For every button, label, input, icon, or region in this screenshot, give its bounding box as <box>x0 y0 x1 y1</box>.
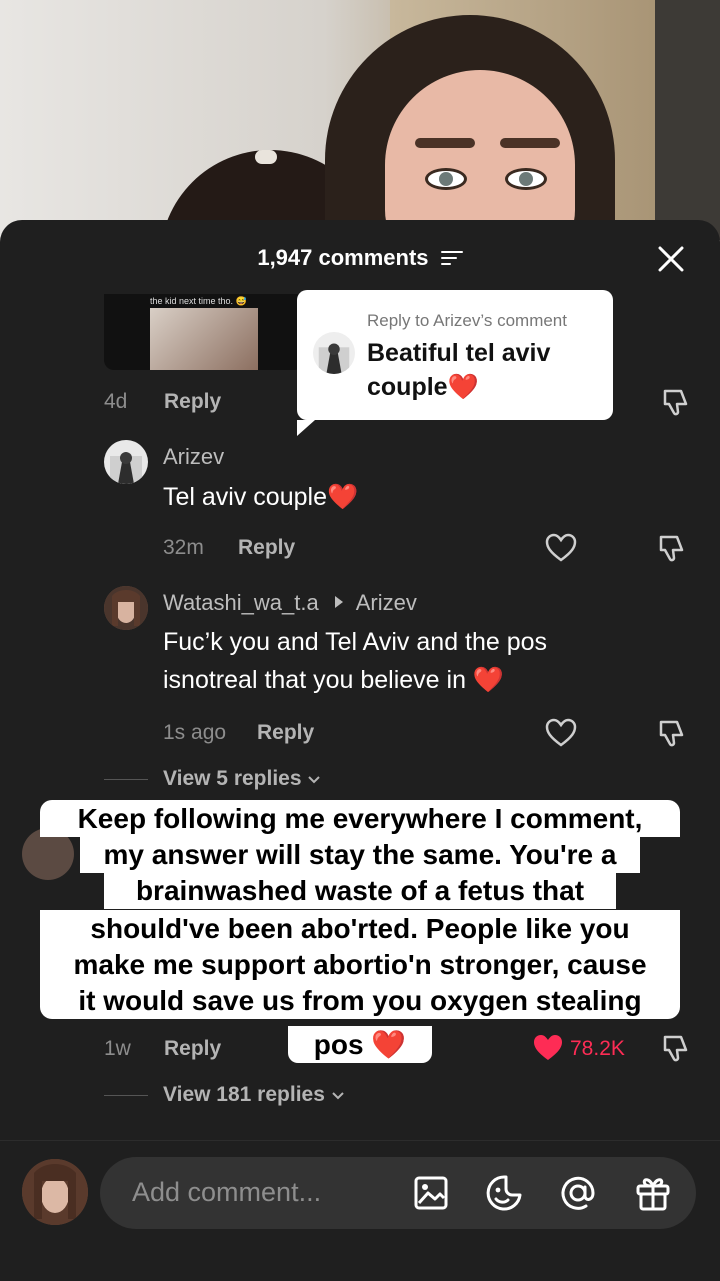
avatar[interactable] <box>104 586 148 630</box>
comment-text-line: isnotreal that you believe in ❤️ <box>163 661 504 699</box>
comments-header: 1,947 comments <box>0 244 720 271</box>
dislike-icon[interactable] <box>659 386 691 418</box>
comment-image-preview[interactable]: the kid next time tho. 😅 <box>104 294 304 370</box>
reply-button[interactable]: Reply <box>238 536 295 560</box>
view-replies-button[interactable]: View 5 replies <box>163 767 321 791</box>
reply-to-comment-card: Reply to Arizev’s comment Beatiful tel a… <box>297 290 613 420</box>
divider <box>104 1095 148 1096</box>
filter-icon[interactable] <box>441 250 463 266</box>
caption-line: pos ❤️ <box>288 1026 432 1063</box>
eye <box>425 168 467 190</box>
comment-time: 1s ago <box>163 721 226 745</box>
avatar[interactable] <box>104 440 148 484</box>
divider <box>104 779 148 780</box>
caption-line: my answer will stay the same. You're a <box>80 836 640 873</box>
hair-tie <box>255 150 277 164</box>
comment-count: 1,947 comments <box>257 245 428 271</box>
dislike-icon[interactable] <box>655 717 687 749</box>
username[interactable]: Watashi_wa_t.a <box>163 590 319 615</box>
close-icon[interactable] <box>656 244 686 274</box>
avatar <box>313 332 355 374</box>
comment-composer: Add comment... <box>0 1140 720 1281</box>
comment-time: 4d <box>104 390 127 414</box>
comment-input[interactable]: Add comment... <box>100 1157 696 1229</box>
caret-right-icon <box>335 596 343 608</box>
comment-input-placeholder: Add comment... <box>132 1177 321 1208</box>
eyebrow <box>500 138 560 148</box>
caption-line: Keep following me everywhere I comment, <box>40 800 680 837</box>
image-icon[interactable] <box>413 1175 449 1211</box>
mention-icon[interactable] <box>558 1173 598 1213</box>
reply-button[interactable]: Reply <box>164 1037 221 1061</box>
dislike-icon[interactable] <box>659 1032 691 1064</box>
heart-icon[interactable] <box>544 532 578 564</box>
eye <box>505 168 547 190</box>
like-count: 78.2K <box>570 1037 625 1061</box>
comment-text: Tel aviv couple❤️ <box>163 478 358 516</box>
wall-edge <box>655 0 720 240</box>
eyebrow <box>415 138 475 148</box>
caption-line: should've been abo'rted. People like you <box>40 910 680 947</box>
preview-caption: the kid next time tho. 😅 <box>150 296 247 307</box>
username-row: Watashi_wa_t.a Arizev <box>163 590 417 616</box>
chevron-down-icon <box>307 775 321 785</box>
chevron-down-icon <box>331 1091 345 1101</box>
comment-text-line: Fuc’k you and Tel Aviv and the pos <box>163 623 547 661</box>
caption-line: brainwashed waste of a fetus that <box>104 872 616 909</box>
reply-button[interactable]: Reply <box>164 390 221 414</box>
reply-card-text: Beatiful tel aviv couple❤️ <box>367 336 607 404</box>
preview-photo <box>150 308 258 370</box>
heart-icon[interactable] <box>544 717 578 749</box>
caption-line: make me support abortio'n stronger, caus… <box>40 946 680 983</box>
gift-icon[interactable] <box>633 1173 673 1213</box>
reply-button[interactable]: Reply <box>257 721 314 745</box>
comment-time: 32m <box>163 536 204 560</box>
view-replies-button[interactable]: View 181 replies <box>163 1083 345 1107</box>
reply-to-username[interactable]: Arizev <box>356 590 417 615</box>
video-background <box>0 0 720 240</box>
my-avatar[interactable] <box>22 1159 88 1225</box>
heart-icon[interactable] <box>531 1032 565 1064</box>
dislike-icon[interactable] <box>655 532 687 564</box>
username[interactable]: Arizev <box>163 444 224 470</box>
caption-line: it would save us from you oxygen stealin… <box>40 982 680 1019</box>
comment-time: 1w <box>104 1037 131 1061</box>
reply-card-label: Reply to Arizev’s comment <box>367 311 567 331</box>
emoji-icon[interactable] <box>484 1173 524 1213</box>
